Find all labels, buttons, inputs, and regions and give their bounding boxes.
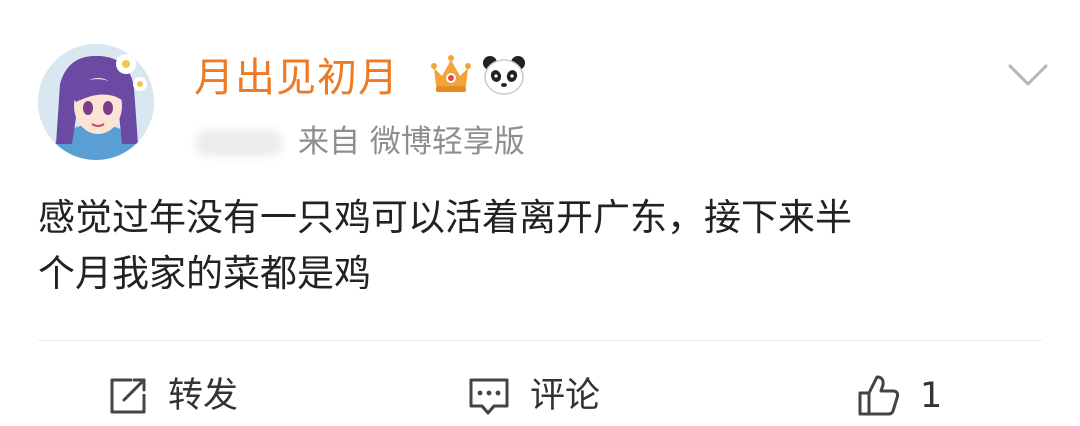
- post-content-line: 感觉过年没有一只鸡可以活着离开广东，接下来半: [38, 196, 852, 239]
- like-count: 1: [920, 376, 943, 416]
- divider: [38, 340, 1042, 341]
- post-source: 来自 微博轻享版: [298, 124, 525, 160]
- username[interactable]: 月出见初月: [194, 54, 399, 102]
- post-content: 感觉过年没有一只鸡可以活着离开广东，接下来半 个月我家的菜都是鸡: [38, 190, 1048, 302]
- panda-icon[interactable]: [482, 54, 526, 96]
- repost-label: 转发: [168, 376, 239, 416]
- timestamp-blurred: [196, 130, 282, 156]
- repost-button[interactable]: 转发: [106, 368, 238, 424]
- chevron-down-icon[interactable]: [1006, 62, 1050, 88]
- comment-icon: [466, 374, 512, 418]
- avatar[interactable]: [38, 44, 154, 160]
- crown-icon[interactable]: [428, 52, 474, 98]
- post-content-line: 个月我家的菜都是鸡: [38, 252, 371, 295]
- thumbs-up-icon: [856, 373, 902, 419]
- share-icon: [106, 374, 150, 418]
- comment-label: 评论: [530, 376, 601, 416]
- comment-button[interactable]: 评论: [466, 368, 600, 424]
- like-button[interactable]: 1: [856, 368, 942, 424]
